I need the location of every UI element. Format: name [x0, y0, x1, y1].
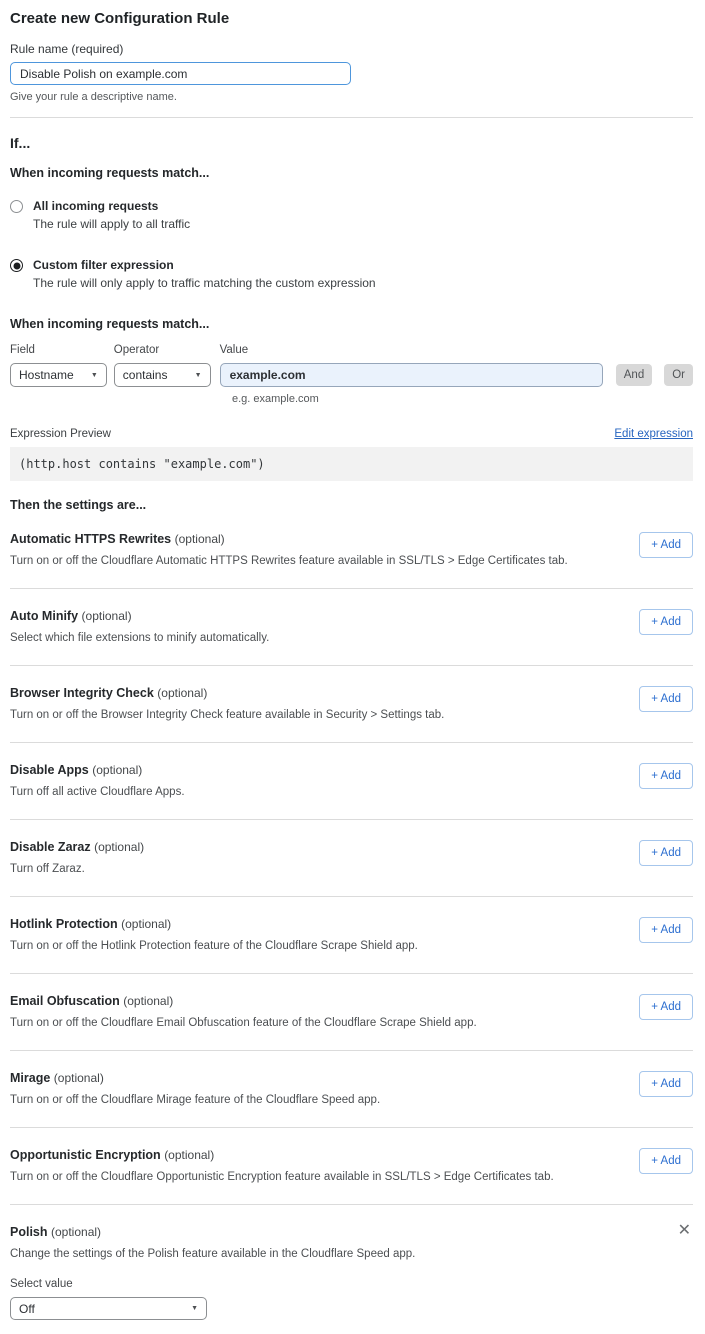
- setting-row-email-obfuscation: Email Obfuscation (optional) Turn on or …: [10, 974, 693, 1051]
- radio-custom-filter-description: The rule will only apply to traffic matc…: [33, 276, 376, 290]
- setting-name: Email Obfuscation: [10, 994, 120, 1008]
- expression-preview-label: Expression Preview: [10, 428, 111, 440]
- setting-name: Auto Minify: [10, 609, 78, 623]
- radio-selected-icon[interactable]: [10, 259, 23, 272]
- add-automatic-https-rewrites-button[interactable]: + Add: [639, 532, 693, 558]
- setting-row-automatic-https-rewrites: Automatic HTTPS Rewrites (optional) Turn…: [10, 512, 693, 589]
- setting-name: Automatic HTTPS Rewrites: [10, 532, 171, 546]
- optional-label: (optional): [157, 686, 207, 700]
- operator-select-value: contains: [123, 368, 168, 382]
- expression-code: (http.host contains "example.com"): [10, 447, 693, 481]
- chevron-down-icon: ▼: [191, 1305, 198, 1312]
- setting-description: Turn off Zaraz.: [10, 863, 144, 875]
- setting-description: Turn on or off the Browser Integrity Che…: [10, 709, 444, 721]
- setting-name: Polish: [10, 1225, 48, 1239]
- setting-row-mirage: Mirage (optional) Turn on or off the Clo…: [10, 1051, 693, 1128]
- polish-value-select[interactable]: Off ▼: [10, 1297, 207, 1320]
- add-disable-apps-button[interactable]: + Add: [639, 763, 693, 789]
- add-disable-zaraz-button[interactable]: + Add: [639, 840, 693, 866]
- setting-description: Turn on or off the Cloudflare Opportunis…: [10, 1171, 554, 1183]
- add-mirage-button[interactable]: + Add: [639, 1071, 693, 1097]
- setting-row-auto-minify: Auto Minify (optional) Select which file…: [10, 589, 693, 666]
- setting-description: Select which file extensions to minify a…: [10, 632, 269, 644]
- add-hotlink-protection-button[interactable]: + Add: [639, 917, 693, 943]
- optional-label: (optional): [54, 1071, 104, 1085]
- field-select-value: Hostname: [19, 368, 74, 382]
- match-type-radio-group: All incoming requests The rule will appl…: [10, 199, 693, 290]
- radio-all-incoming-label: All incoming requests: [33, 199, 190, 213]
- rule-name-input[interactable]: [10, 62, 351, 85]
- setting-description: Turn on or off the Cloudflare Automatic …: [10, 555, 568, 567]
- page-title: Create new Configuration Rule: [10, 10, 693, 27]
- setting-description: Turn on or off the Cloudflare Mirage fea…: [10, 1094, 380, 1106]
- add-email-obfuscation-button[interactable]: + Add: [639, 994, 693, 1020]
- optional-label: (optional): [82, 609, 132, 623]
- select-value-label: Select value: [10, 1278, 693, 1290]
- incoming-requests-match-heading: When incoming requests match...: [10, 166, 693, 180]
- setting-row-hotlink-protection: Hotlink Protection (optional) Turn on or…: [10, 897, 693, 974]
- optional-label: (optional): [51, 1225, 101, 1239]
- setting-row-disable-zaraz: Disable Zaraz (optional) Turn off Zaraz.…: [10, 820, 693, 897]
- add-auto-minify-button[interactable]: + Add: [639, 609, 693, 635]
- setting-name: Hotlink Protection: [10, 917, 118, 931]
- setting-description: Turn off all active Cloudflare Apps.: [10, 786, 185, 798]
- chevron-down-icon: ▼: [91, 372, 98, 379]
- setting-row-opportunistic-encryption: Opportunistic Encryption (optional) Turn…: [10, 1128, 693, 1205]
- add-opportunistic-encryption-button[interactable]: + Add: [639, 1148, 693, 1174]
- optional-label: (optional): [92, 763, 142, 777]
- setting-name: Disable Apps: [10, 763, 89, 777]
- field-select[interactable]: Hostname ▼: [10, 363, 107, 387]
- setting-name: Mirage: [10, 1071, 50, 1085]
- optional-label: (optional): [164, 1148, 214, 1162]
- value-input[interactable]: [220, 363, 603, 387]
- setting-row-polish: Polish (optional) ✕ Change the settings …: [10, 1205, 693, 1320]
- value-helper: e.g. example.com: [232, 393, 693, 405]
- setting-description: Turn on or off the Hotlink Protection fe…: [10, 940, 418, 952]
- chevron-down-icon: ▼: [195, 372, 202, 379]
- section-divider: [10, 117, 693, 118]
- and-button[interactable]: And: [616, 364, 652, 386]
- radio-unselected-icon[interactable]: [10, 200, 23, 213]
- setting-name: Opportunistic Encryption: [10, 1148, 161, 1162]
- add-browser-integrity-check-button[interactable]: + Add: [639, 686, 693, 712]
- radio-custom-filter-label: Custom filter expression: [33, 258, 376, 272]
- radio-all-incoming-description: The rule will apply to all traffic: [33, 217, 190, 231]
- setting-row-disable-apps: Disable Apps (optional) Turn off all act…: [10, 743, 693, 820]
- edit-expression-link[interactable]: Edit expression: [614, 428, 693, 440]
- close-icon[interactable]: ✕: [676, 1225, 693, 1237]
- if-heading: If...: [10, 135, 693, 151]
- radio-all-incoming-requests[interactable]: All incoming requests The rule will appl…: [10, 199, 693, 231]
- optional-label: (optional): [175, 532, 225, 546]
- setting-description: Turn on or off the Cloudflare Email Obfu…: [10, 1017, 477, 1029]
- rule-name-label: Rule name (required): [10, 42, 693, 56]
- optional-label: (optional): [123, 994, 173, 1008]
- optional-label: (optional): [121, 917, 171, 931]
- operator-select[interactable]: contains ▼: [114, 363, 211, 387]
- then-settings-heading: Then the settings are...: [10, 498, 693, 512]
- optional-label: (optional): [94, 840, 144, 854]
- rule-name-helper: Give your rule a descriptive name.: [10, 91, 693, 103]
- value-label: Value: [220, 344, 603, 356]
- or-button[interactable]: Or: [664, 364, 693, 386]
- rule-name-group: Rule name (required) Give your rule a de…: [10, 42, 693, 103]
- filter-builder-row: Field Hostname ▼ Operator contains ▼ Val…: [10, 344, 693, 387]
- setting-name: Disable Zaraz: [10, 840, 91, 854]
- setting-name: Browser Integrity Check: [10, 686, 154, 700]
- setting-row-browser-integrity-check: Browser Integrity Check (optional) Turn …: [10, 666, 693, 743]
- radio-custom-filter-expression[interactable]: Custom filter expression The rule will o…: [10, 258, 693, 290]
- polish-select-value: Off: [19, 1302, 35, 1316]
- polish-description: Change the settings of the Polish featur…: [10, 1248, 693, 1260]
- operator-label: Operator: [114, 344, 211, 356]
- field-label: Field: [10, 344, 107, 356]
- filter-heading: When incoming requests match...: [10, 317, 693, 331]
- create-configuration-rule-page: Create new Configuration Rule Rule name …: [0, 0, 705, 1334]
